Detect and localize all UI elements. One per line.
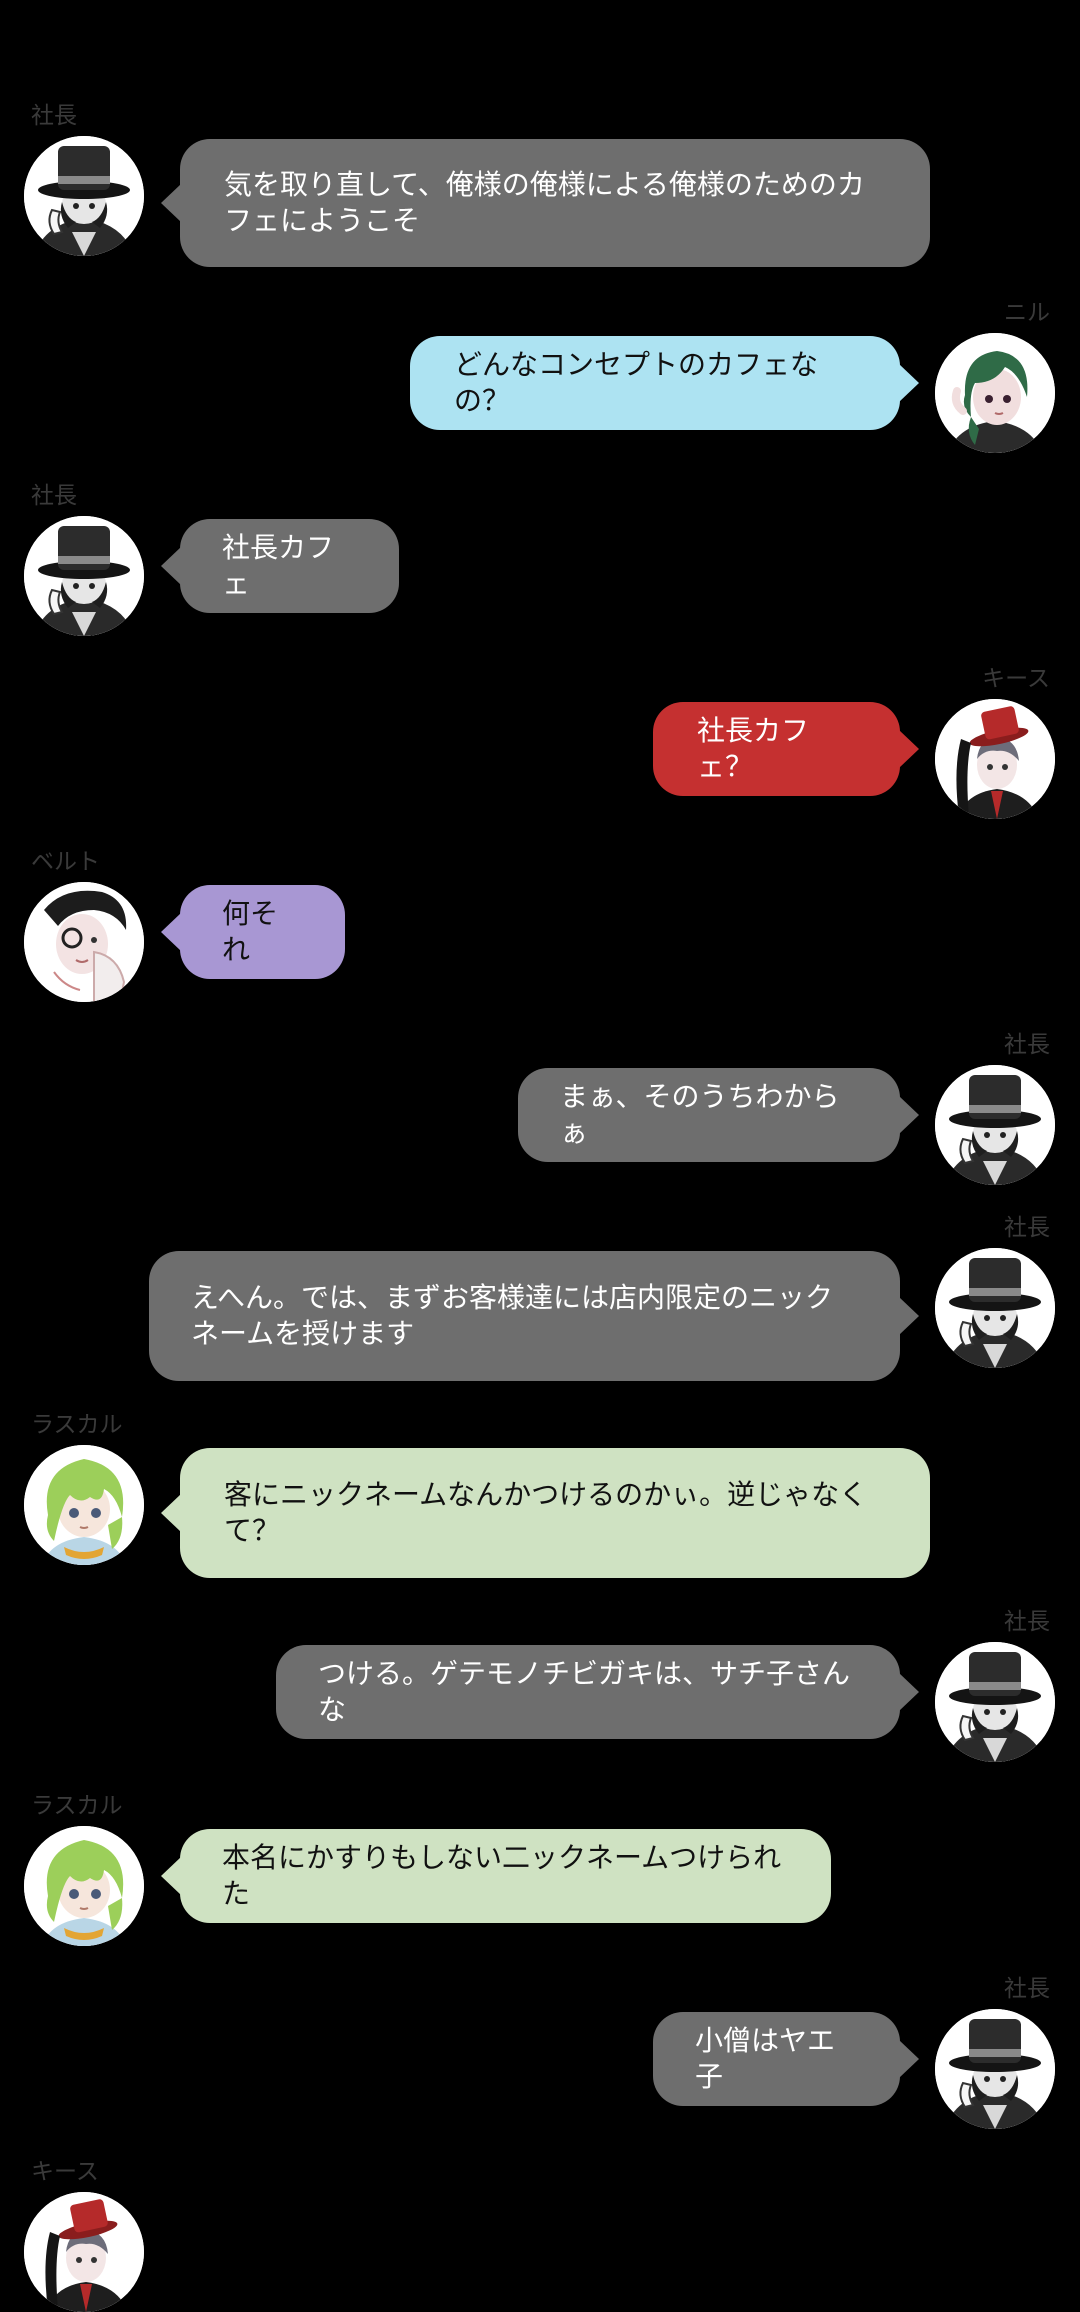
- message-bubble[interactable]: 客にニックネームなんかつけるのかぃ。逆じゃなく て？: [161, 1448, 930, 1578]
- message-text: 気を取り直して、俺様の俺様による俺様のためのカ フェにようこそ: [224, 168, 865, 237]
- speaker-name: ラスカル: [31, 1793, 123, 1819]
- speaker-name: ラスカル: [31, 1412, 123, 1438]
- message-text: 小僧はヤエ子: [695, 2024, 836, 2093]
- message-bubble[interactable]: 本名にかすりもしない二ックネームつけられた: [161, 1829, 831, 1923]
- top-hat-boss-avatar[interactable]: [935, 1248, 1055, 1368]
- speaker-name: キース: [982, 666, 1050, 692]
- message-bubble[interactable]: つける。ゲテモノチビガキは、サチ子さんな: [276, 1645, 919, 1739]
- green-hair-rascal-avatar[interactable]: [24, 1826, 144, 1946]
- speaker-name: 社長: [1004, 1609, 1050, 1635]
- top-hat-boss-avatar[interactable]: [24, 516, 144, 636]
- message-text: 何それ: [222, 897, 279, 966]
- message-text: まぁ、そのうちわからぁ: [560, 1080, 840, 1149]
- speaker-name: ベルト: [31, 849, 100, 875]
- speaker-name: 社長: [31, 483, 77, 509]
- speaker-name: 社長: [1004, 1976, 1050, 2002]
- message-bubble[interactable]: どんなコンセプトのカフェなの？: [410, 336, 919, 430]
- message-bubble[interactable]: 小僧はヤエ子: [653, 2012, 919, 2106]
- message-bubble[interactable]: 社長カフェ: [161, 519, 399, 613]
- message-text: つける。ゲテモノチビガキは、サチ子さんな: [318, 1657, 851, 1726]
- speaker-name: 社長: [1004, 1215, 1050, 1241]
- top-hat-boss-avatar[interactable]: [935, 1065, 1055, 1185]
- message-text: 本名にかすりもしない二ックネームつけられた: [222, 1841, 782, 1910]
- top-hat-boss-avatar[interactable]: [935, 1642, 1055, 1762]
- speaker-name: ニル: [1004, 300, 1050, 326]
- message-text: えへん。では、まずお客様達には店内限定のニック ネームを授けます: [191, 1281, 834, 1350]
- top-hat-boss-avatar[interactable]: [24, 136, 144, 256]
- message-text: 客にニックネームなんかつけるのかぃ。逆じゃなく て？: [224, 1478, 868, 1547]
- message-text: 社長カフェ: [222, 531, 335, 600]
- message-bubble[interactable]: 社長カフェ？: [653, 702, 919, 796]
- green-hair-nil-avatar[interactable]: [935, 333, 1055, 453]
- message-bubble[interactable]: えへん。では、まずお客様達には店内限定のニック ネームを授けます: [149, 1251, 919, 1381]
- speaker-name: キース: [31, 2159, 99, 2185]
- red-hat-keith-avatar[interactable]: [935, 699, 1055, 819]
- speaker-name: 社長: [31, 103, 77, 129]
- green-hair-rascal-avatar[interactable]: [24, 1445, 144, 1565]
- red-hat-keith-avatar[interactable]: [24, 2192, 144, 2312]
- top-hat-boss-avatar[interactable]: [935, 2009, 1055, 2129]
- message-bubble[interactable]: 何それ: [161, 885, 345, 979]
- speaker-name: 社長: [1004, 1032, 1050, 1058]
- message-bubble[interactable]: 気を取り直して、俺様の俺様による俺様のためのカ フェにようこそ: [161, 139, 930, 267]
- monocle-belt-avatar[interactable]: [24, 882, 144, 1002]
- message-text: 社長カフェ？: [697, 714, 810, 783]
- message-text: どんなコンセプトのカフェなの？: [454, 348, 819, 417]
- message-bubble[interactable]: まぁ、そのうちわからぁ: [518, 1068, 919, 1162]
